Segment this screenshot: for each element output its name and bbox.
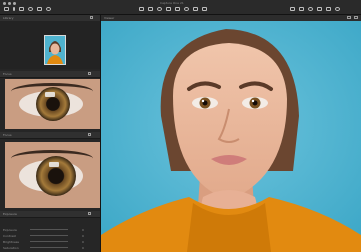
adj-label: Brightness bbox=[3, 240, 19, 244]
export-icon[interactable] bbox=[37, 7, 42, 11]
annotate-icon[interactable] bbox=[202, 7, 207, 11]
saturation-slider[interactable] bbox=[30, 247, 68, 248]
adj-label: Contrast bbox=[3, 234, 16, 238]
app-window: Capture One 21 Library Focus Focus Expos… bbox=[0, 0, 361, 252]
adj-value[interactable]: 0 bbox=[82, 228, 84, 232]
glint-2 bbox=[49, 162, 59, 167]
zoom-window-icon[interactable] bbox=[13, 2, 16, 5]
compare-icon[interactable] bbox=[299, 7, 304, 11]
focus-eye-preview-2 bbox=[5, 142, 100, 208]
portrait-photo bbox=[101, 21, 361, 252]
adjustments-header: Exposure bbox=[0, 211, 100, 218]
contrast-slider[interactable] bbox=[30, 235, 68, 236]
focus-header-1-label: Focus bbox=[3, 72, 12, 76]
adj-value[interactable]: 0 bbox=[82, 246, 84, 250]
fit-icon[interactable] bbox=[347, 16, 351, 19]
viewer-controls bbox=[347, 16, 358, 19]
import-icon[interactable] bbox=[19, 7, 24, 11]
focus-1-menu-icon[interactable] bbox=[88, 72, 91, 75]
left-panel: Library Focus Focus Exposure Exposure 0 … bbox=[0, 15, 101, 252]
proof-icon[interactable] bbox=[308, 7, 313, 11]
picker-icon[interactable] bbox=[193, 7, 198, 11]
window-title: Capture One 21 bbox=[160, 1, 184, 5]
adj-label: Exposure bbox=[3, 228, 17, 232]
adjustments-header-label: Exposure bbox=[3, 212, 17, 216]
library-icon[interactable] bbox=[4, 7, 9, 11]
focus-eye-preview-1 bbox=[5, 79, 100, 129]
viewer-label: Viewer bbox=[104, 16, 115, 20]
zoom-icon[interactable] bbox=[157, 7, 162, 11]
pan-icon[interactable] bbox=[166, 7, 171, 11]
focus-header-1: Focus bbox=[0, 71, 100, 78]
adj-value[interactable]: 0 bbox=[82, 234, 84, 238]
glint-1 bbox=[45, 92, 55, 97]
rotate-icon[interactable] bbox=[148, 7, 153, 11]
filter-icon[interactable] bbox=[326, 7, 331, 11]
top-toolbar: Capture One 21 bbox=[0, 0, 361, 15]
close-window-icon[interactable] bbox=[3, 2, 6, 5]
minimize-window-icon[interactable] bbox=[8, 2, 11, 5]
brightness-slider[interactable] bbox=[30, 241, 68, 242]
window-controls bbox=[3, 2, 16, 5]
right-tool-group bbox=[290, 7, 340, 11]
brush-icon[interactable] bbox=[175, 7, 180, 11]
library-header-label: Library bbox=[3, 16, 14, 20]
undo-icon[interactable] bbox=[46, 7, 51, 11]
focus-2-menu-icon[interactable] bbox=[88, 133, 91, 136]
help-icon[interactable] bbox=[335, 7, 340, 11]
divider-icon bbox=[13, 7, 15, 11]
eraser-icon[interactable] bbox=[184, 7, 189, 11]
exposure-slider[interactable] bbox=[30, 229, 68, 230]
reset-icon[interactable] bbox=[88, 212, 91, 215]
adj-label: Saturation bbox=[3, 246, 19, 250]
panel-menu-icon[interactable] bbox=[90, 16, 93, 19]
thumbnail-image[interactable] bbox=[44, 35, 66, 65]
focus-header-2-label: Focus bbox=[3, 133, 12, 137]
center-tool-group bbox=[139, 7, 207, 11]
adjustments-panel: Exposure 0 Contrast 0 Brightness 0 Satur… bbox=[0, 226, 100, 252]
main-viewer[interactable]: Viewer bbox=[101, 15, 361, 252]
left-tool-group bbox=[4, 7, 51, 11]
fullscreen-icon[interactable] bbox=[354, 16, 358, 19]
warning-icon[interactable] bbox=[317, 7, 322, 11]
capture-icon[interactable] bbox=[28, 7, 33, 11]
browser-area bbox=[0, 21, 100, 69]
thumbnail-portrait bbox=[45, 36, 65, 64]
grid-icon[interactable] bbox=[290, 7, 295, 11]
focus-header-2: Focus bbox=[0, 132, 100, 139]
adj-value[interactable]: 0 bbox=[82, 240, 84, 244]
crop-icon[interactable] bbox=[139, 7, 144, 11]
